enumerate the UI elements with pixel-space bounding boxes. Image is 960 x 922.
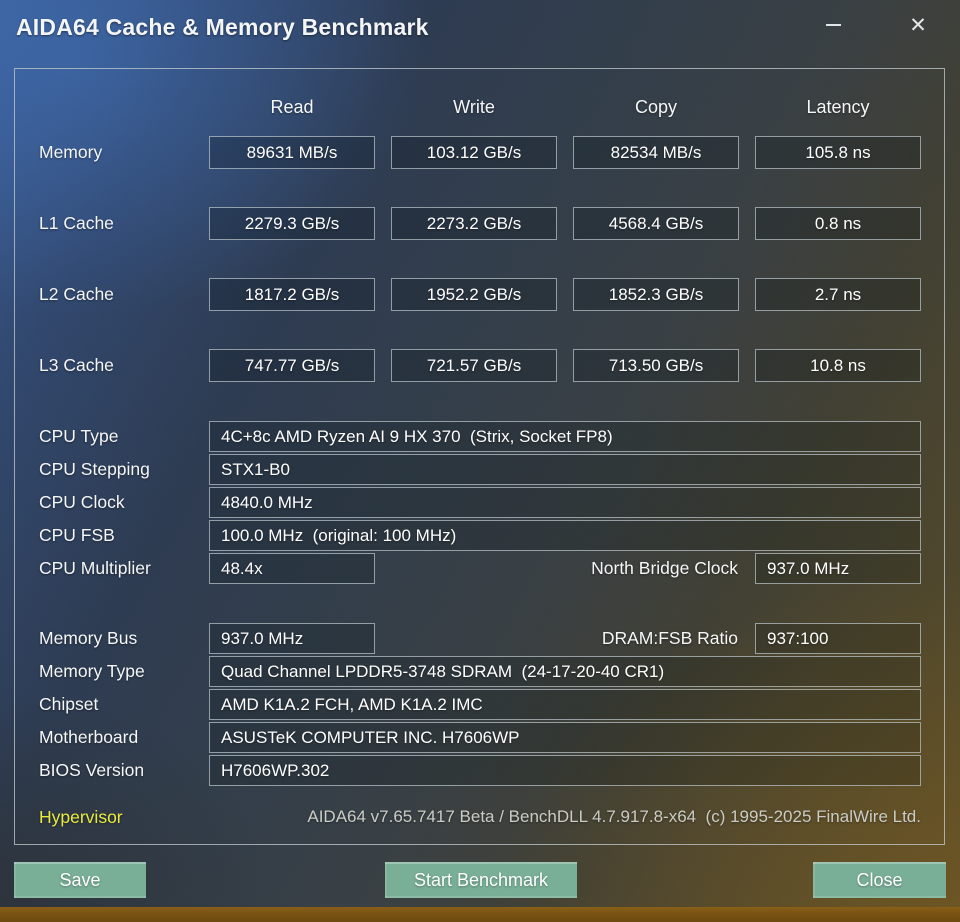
row-label-memory-bus: Memory Bus	[39, 628, 138, 648]
l3-copy-value: 713.50 GB/s	[573, 349, 739, 382]
row-label-cpu-clock: CPU Clock	[39, 492, 125, 512]
l1-latency-value: 0.8 ns	[755, 207, 921, 240]
save-button[interactable]: Save	[14, 862, 146, 898]
hypervisor-label: Hypervisor	[39, 806, 123, 827]
column-header-write: Write	[453, 97, 495, 117]
titlebar: AIDA64 Cache & Memory Benchmark ✕	[0, 0, 960, 56]
close-dialog-button[interactable]: Close	[813, 862, 946, 898]
column-header-read: Read	[270, 97, 314, 117]
close-icon: ✕	[909, 13, 927, 37]
l1-copy-value: 4568.4 GB/s	[573, 207, 739, 240]
memory-read-value: 89631 MB/s	[209, 136, 375, 169]
memory-bus-value: 937.0 MHz	[209, 623, 375, 654]
l1-read-value: 2279.3 GB/s	[209, 207, 375, 240]
start-benchmark-button[interactable]: Start Benchmark	[385, 862, 577, 898]
l3-write-value: 721.57 GB/s	[391, 349, 557, 382]
row-label-memory-type: Memory Type	[39, 661, 145, 681]
row-label-memory: Memory	[39, 142, 103, 162]
cpu-type-value: 4C+8c AMD Ryzen AI 9 HX 370 (Strix, Sock…	[209, 421, 921, 452]
row-label-cpu-fsb: CPU FSB	[39, 525, 115, 545]
cpu-multiplier-value: 48.4x	[209, 553, 375, 584]
main-panel: Read Write Copy Latency Memory 89631 MB/…	[14, 68, 945, 845]
row-label-bios-version: BIOS Version	[39, 760, 145, 780]
l2-copy-value: 1852.3 GB/s	[573, 278, 739, 311]
row-label-cpu-multiplier: CPU Multiplier	[39, 558, 151, 578]
l2-latency-value: 2.7 ns	[755, 278, 921, 311]
bottom-accent-bar	[0, 907, 960, 922]
memory-type-value: Quad Channel LPDDR5-3748 SDRAM (24-17-20…	[209, 656, 921, 687]
motherboard-value: ASUSTeK COMPUTER INC. H7606WP	[209, 722, 921, 753]
cpu-clock-value: 4840.0 MHz	[209, 487, 921, 518]
bios-version-value: H7606WP.302	[209, 755, 921, 786]
row-label-cpu-type: CPU Type	[39, 426, 119, 446]
memory-latency-value: 105.8 ns	[755, 136, 921, 169]
cpu-stepping-value: STX1-B0	[209, 454, 921, 485]
l2-read-value: 1817.2 GB/s	[209, 278, 375, 311]
minimize-icon	[825, 24, 841, 26]
l3-latency-value: 10.8 ns	[755, 349, 921, 382]
row-label-chipset: Chipset	[39, 694, 99, 714]
column-header-latency: Latency	[806, 97, 870, 117]
north-bridge-clock-value: 937.0 MHz	[755, 553, 921, 584]
north-bridge-clock-label: North Bridge Clock	[591, 558, 738, 578]
l3-read-value: 747.77 GB/s	[209, 349, 375, 382]
row-label-motherboard: Motherboard	[39, 727, 139, 747]
l2-write-value: 1952.2 GB/s	[391, 278, 557, 311]
minimize-button[interactable]	[811, 6, 855, 44]
memory-write-value: 103.12 GB/s	[391, 136, 557, 169]
row-label-l1-cache: L1 Cache	[39, 213, 114, 233]
row-label-l3-cache: L3 Cache	[39, 355, 114, 375]
cpu-fsb-value: 100.0 MHz (original: 100 MHz)	[209, 520, 921, 551]
row-label-cpu-stepping: CPU Stepping	[39, 459, 150, 479]
l1-write-value: 2273.2 GB/s	[391, 207, 557, 240]
row-label-l2-cache: L2 Cache	[39, 284, 114, 304]
window-title: AIDA64 Cache & Memory Benchmark	[16, 14, 429, 40]
chipset-value: AMD K1A.2 FCH, AMD K1A.2 IMC	[209, 689, 921, 720]
memory-copy-value: 82534 MB/s	[573, 136, 739, 169]
version-text: AIDA64 v7.65.7417 Beta / BenchDLL 4.7.91…	[307, 807, 921, 826]
close-button[interactable]: ✕	[896, 6, 940, 44]
dram-fsb-ratio-label: DRAM:FSB Ratio	[601, 628, 738, 648]
column-header-copy: Copy	[634, 97, 678, 117]
dram-fsb-ratio-value: 937:100	[755, 623, 921, 654]
